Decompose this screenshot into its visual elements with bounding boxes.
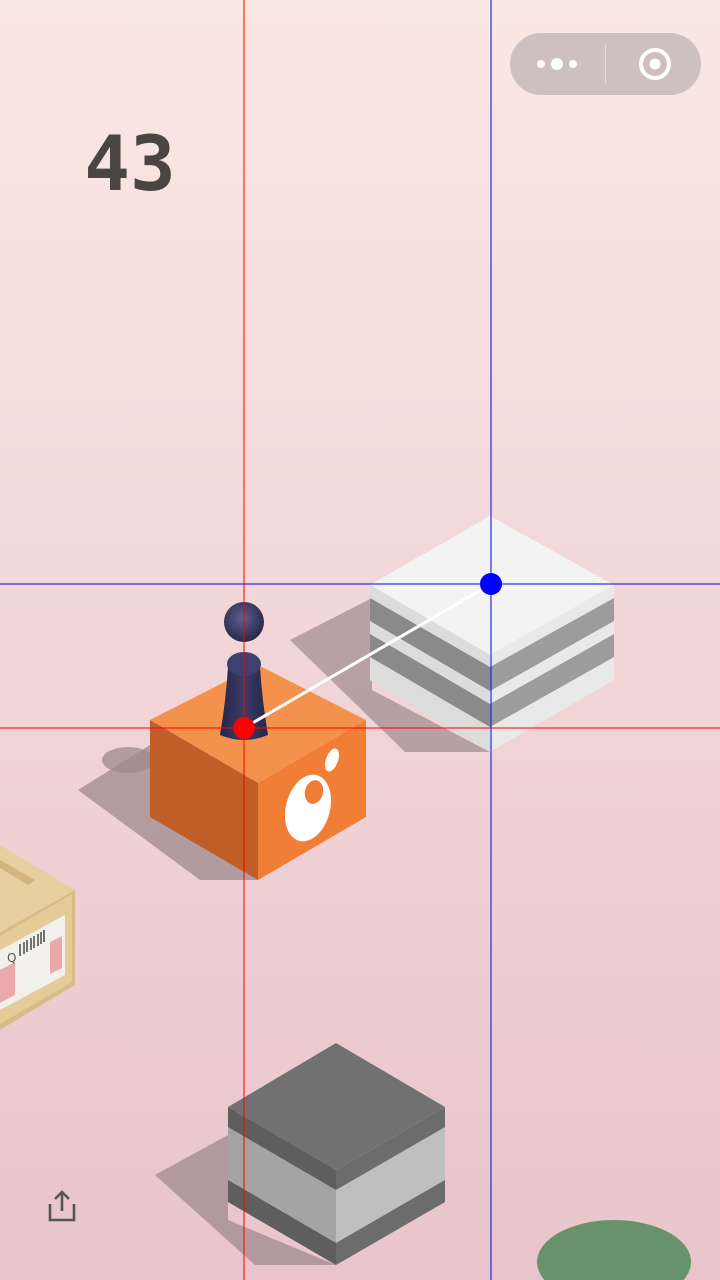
target-circle-icon [639,48,671,80]
player-shadow [102,747,154,773]
share-button[interactable] [40,1184,84,1228]
label-letter: Q [7,951,16,965]
more-menu-button[interactable] [510,33,605,95]
miniprogram-capsule [510,33,701,95]
more-dots-icon [537,58,577,70]
close-miniprogram-button[interactable] [606,33,701,95]
score-counter: 43 [84,119,176,208]
game-scene[interactable]: 43 Q [0,0,720,1280]
target-position-marker [480,573,502,595]
player-position-marker [233,717,255,739]
share-upload-icon [48,1190,76,1222]
